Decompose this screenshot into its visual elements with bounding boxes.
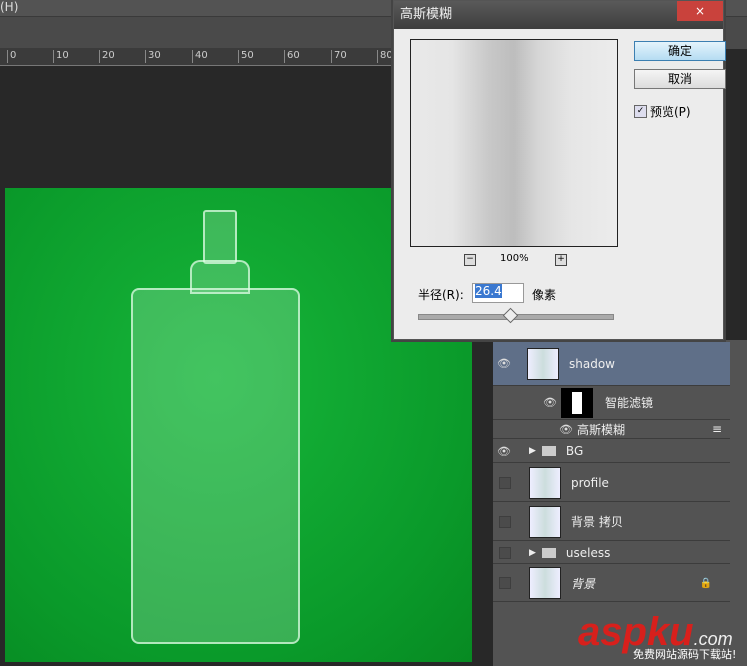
ruler-tick: 50 <box>238 50 254 63</box>
layer-name: 背景 拷贝 <box>571 515 623 529</box>
zoom-in-button[interactable]: + <box>555 254 567 266</box>
zoom-out-button[interactable]: − <box>464 254 476 266</box>
checkbox-checked-icon[interactable]: ✓ <box>634 105 647 118</box>
eye-icon[interactable]: 👁 <box>539 396 561 409</box>
visibility-toggle[interactable] <box>499 515 511 528</box>
visibility-toggle[interactable] <box>499 476 511 489</box>
ruler-tick: 0 <box>7 50 16 63</box>
ruler-tick: 60 <box>284 50 300 63</box>
layer-background-copy[interactable]: 背景 拷贝 <box>493 503 730 541</box>
folder-icon <box>541 446 556 456</box>
bottle-neck <box>203 210 237 264</box>
layer-profile[interactable]: profile <box>493 464 730 502</box>
watermark-slogan: 免费网站源码下载站! <box>633 648 737 661</box>
layer-name: 背景 <box>571 576 596 591</box>
unit-label: 像素 <box>532 288 557 302</box>
bottle-body <box>131 288 300 644</box>
filter-options-icon[interactable]: ≡ <box>712 422 722 436</box>
expand-arrow-icon[interactable]: ▶ <box>529 446 536 456</box>
layer-thumbnail <box>529 466 561 499</box>
horizontal-ruler: 0 10 20 30 40 50 60 70 80 <box>0 48 395 66</box>
layer-name: profile <box>571 475 609 490</box>
ok-button[interactable]: 确定 <box>634 41 726 61</box>
layer-thumbnail <box>529 505 561 538</box>
gaussian-blur-dialog: 高斯模糊 × − 100% + 确定 取消 ✓ 预览(P) 半径(R): 26.4… <box>393 0 726 340</box>
layer-thumbnail <box>527 347 559 380</box>
ruler-tick: 80 <box>377 50 393 63</box>
layer-gaussian-blur[interactable]: 👁 高斯模糊 ≡ <box>493 420 730 439</box>
visibility-toggle[interactable] <box>499 546 511 559</box>
ruler-tick: 70 <box>331 50 347 63</box>
eye-icon[interactable]: 👁 <box>555 423 577 436</box>
radius-label: 半径(R): <box>418 288 464 302</box>
layer-shadow[interactable]: 👁 shadow <box>493 342 730 386</box>
expand-arrow-icon[interactable]: ▶ <box>529 548 536 558</box>
layer-background[interactable]: 背景 🔒 <box>493 565 730 602</box>
close-button[interactable]: × <box>677 1 723 21</box>
layers-panel: 👁 shadow 👁 智能滤镜 👁 高斯模糊 ≡ 👁 ▶ BG profile 背景 拷贝 … <box>493 340 747 666</box>
blur-preview[interactable] <box>410 39 618 247</box>
preview-checkbox[interactable]: ✓ 预览(P) <box>634 103 691 120</box>
layer-name: BG <box>565 444 584 458</box>
folder-icon <box>541 547 556 558</box>
lock-icon: 🔒 <box>699 577 712 589</box>
eye-icon[interactable]: 👁 <box>493 357 515 370</box>
ruler-tick: 40 <box>192 50 208 63</box>
radius-slider[interactable] <box>418 307 614 324</box>
dialog-title: 高斯模糊 <box>394 1 723 29</box>
menu-help[interactable]: (H) <box>0 0 18 14</box>
layer-name: useless <box>565 545 611 560</box>
filter-mask-thumbnail <box>561 387 593 418</box>
layer-name: 高斯模糊 <box>577 422 626 437</box>
eye-icon[interactable]: 👁 <box>493 445 515 458</box>
cancel-button[interactable]: 取消 <box>634 69 726 89</box>
layer-group-bg[interactable]: 👁 ▶ BG <box>493 440 730 463</box>
visibility-toggle[interactable] <box>499 577 511 589</box>
slider-thumb[interactable] <box>502 307 519 324</box>
layer-name: 智能滤镜 <box>605 396 654 410</box>
layer-group-useless[interactable]: ▶ useless <box>493 542 730 564</box>
layer-thumbnail <box>529 567 561 599</box>
ruler-tick: 10 <box>53 50 69 63</box>
layer-name: shadow <box>569 356 615 371</box>
ruler-tick: 20 <box>99 50 115 63</box>
zoom-level: 100% <box>500 253 529 264</box>
radius-input[interactable]: 26.4 <box>472 283 524 303</box>
layer-smart-filters[interactable]: 👁 智能滤镜 <box>493 386 730 420</box>
ruler-tick: 30 <box>145 50 161 63</box>
preview-label: 预览(P) <box>650 105 691 119</box>
